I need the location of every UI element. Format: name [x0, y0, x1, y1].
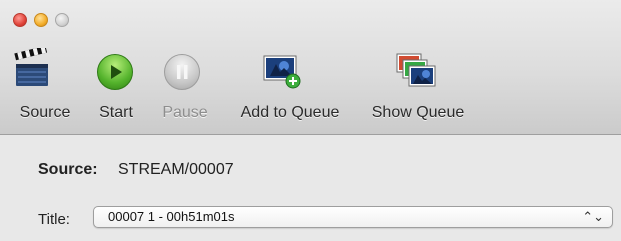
source-value: STREAM/00007: [118, 161, 234, 178]
title-label: Title:: [38, 211, 70, 228]
add-to-queue-icon: [263, 55, 301, 89]
zoom-window-button[interactable]: [55, 13, 69, 27]
source-label: Source:: [38, 161, 98, 178]
pause-icon: [177, 65, 188, 79]
toolbar: Source Start Pause Add to Queue Show Que…: [0, 0, 621, 135]
clapperboard-icon: [14, 48, 48, 86]
start-button-label: Start: [99, 104, 133, 121]
start-button-circle: [97, 54, 133, 90]
title-select-value: 00007 1 - 00h51m01s: [108, 209, 235, 224]
show-queue-icon: [396, 53, 436, 87]
show-queue-label: Show Queue: [371, 104, 465, 121]
pause-button-circle: [164, 54, 200, 90]
pause-button-label: Pause: [162, 104, 208, 121]
minimize-window-button[interactable]: [34, 13, 48, 27]
app-window: Source Start Pause Add to Queue Show Que…: [0, 0, 621, 241]
close-window-button[interactable]: [13, 13, 27, 27]
title-select[interactable]: 00007 1 - 00h51m01s ⌃⌄: [93, 206, 613, 228]
main-content: Source: STREAM/00007 Title: 00007 1 - 00…: [0, 135, 621, 241]
chevron-up-down-icon: ⌃⌄: [582, 209, 604, 224]
add-to-queue-label: Add to Queue: [240, 104, 340, 121]
play-icon: [111, 65, 122, 79]
source-button-label: Source: [19, 104, 71, 121]
